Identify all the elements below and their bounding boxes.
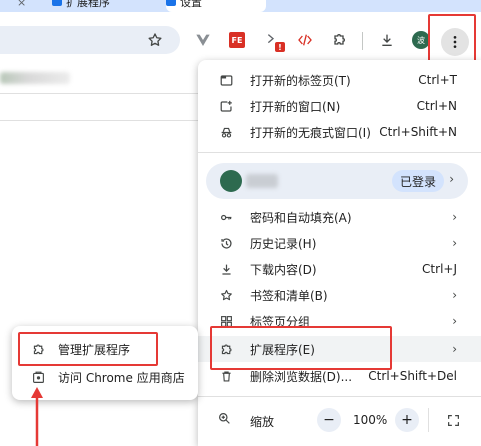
extension-fe-icon[interactable]: FE — [226, 29, 248, 51]
extensions-icon — [30, 341, 46, 357]
menu-label: 下载内容(D) — [250, 262, 317, 277]
menu-label: 书签和清单(B) — [250, 288, 328, 303]
web-store-icon — [30, 369, 46, 385]
menu-label: 打开新的窗口(N) — [250, 99, 341, 114]
extension-vue-icon[interactable] — [192, 29, 214, 51]
menu-new-tab[interactable]: 打开新的标签页(T) Ctrl+T — [198, 67, 481, 93]
kebab-menu-icon — [453, 36, 457, 48]
zoom-icon — [218, 412, 234, 428]
tab-groups-icon — [218, 313, 234, 329]
avatar: 波 — [412, 31, 430, 49]
chevron-right-icon: › — [452, 288, 457, 302]
chevron-right-icon: › — [452, 314, 457, 328]
puzzle-favicon-icon — [52, 0, 62, 6]
chevron-right-icon: › — [452, 342, 457, 356]
menu-profile-row[interactable]: 已登录 › — [206, 163, 468, 199]
menu-divider — [198, 396, 481, 397]
menu-passwords[interactable]: 密码和自动填充(A) › — [198, 204, 481, 230]
chrome-main-menu: 打开新的标签页(T) Ctrl+T 打开新的窗口(N) Ctrl+N 打开新的无… — [198, 60, 481, 446]
zoom-label: 缩放 — [250, 415, 275, 429]
chevron-right-icon: › — [452, 210, 457, 224]
menu-bookmarks[interactable]: 书签和清单(B) › — [198, 282, 481, 308]
menu-extensions[interactable]: 扩展程序(E) › — [198, 336, 481, 362]
submenu-manage-extensions[interactable]: 管理扩展程序 — [12, 336, 198, 362]
menu-zoom-row: 缩放 − 100% + — [198, 400, 481, 440]
annotation-arrow-icon — [31, 387, 43, 446]
extensions-icon — [218, 341, 234, 357]
chevron-right-icon: › — [449, 172, 454, 186]
menu-shortcut: Ctrl+T — [418, 73, 457, 87]
toolbar-divider — [362, 32, 363, 50]
tab-close-icon[interactable]: × — [17, 0, 26, 9]
menu-shortcut: Ctrl+Shift+N — [379, 125, 457, 139]
tab-previous[interactable]: × — [14, 0, 46, 12]
blurred-bookmark — [0, 72, 70, 84]
menu-shortcut: Ctrl+N — [416, 99, 457, 113]
menu-label: 管理扩展程序 — [58, 342, 131, 357]
zoom-in-button[interactable]: + — [395, 408, 419, 432]
profile-name-blurred — [246, 174, 278, 188]
menu-label: 密码和自动填充(A) — [250, 210, 352, 225]
zoom-divider — [428, 408, 429, 432]
menu-divider — [198, 152, 481, 153]
avatar — [220, 170, 242, 192]
browser-toolbar: FE ! 波 — [0, 12, 481, 64]
new-window-icon — [218, 98, 234, 114]
incognito-icon — [218, 124, 234, 140]
fullscreen-icon — [447, 414, 459, 426]
key-icon — [218, 209, 234, 225]
bookmarks-bar — [0, 64, 200, 94]
menu-new-incognito[interactable]: 打开新的无痕式窗口(I) Ctrl+Shift+N — [198, 119, 481, 145]
menu-label: 历史记录(H) — [250, 236, 317, 251]
new-tab-icon — [218, 72, 234, 88]
page-divider — [0, 120, 200, 121]
star-icon — [218, 287, 234, 303]
menu-new-window[interactable]: 打开新的窗口(N) Ctrl+N — [198, 93, 481, 119]
bookmark-star-icon[interactable] — [144, 29, 166, 51]
chrome-menu-button[interactable] — [441, 28, 469, 56]
menu-label: 删除浏览数据(D)... — [250, 369, 353, 384]
fe-badge: FE — [229, 32, 245, 48]
fullscreen-button[interactable] — [441, 408, 465, 432]
extensions-puzzle-icon[interactable] — [328, 29, 350, 51]
menu-tab-groups[interactable]: 标签页分组 › — [198, 308, 481, 334]
menu-shortcut: Ctrl+Shift+Del — [368, 369, 457, 383]
download-icon — [218, 261, 234, 277]
menu-shortcut: Ctrl+J — [422, 262, 457, 276]
zoom-value: 100% — [353, 413, 388, 427]
menu-downloads[interactable]: 下载内容(D) Ctrl+J — [198, 256, 481, 282]
tab-label: 设置 — [180, 0, 202, 9]
menu-history[interactable]: 历史记录(H) › — [198, 230, 481, 256]
tab-settings[interactable]: 设置 — [166, 0, 266, 12]
trash-icon — [218, 368, 234, 384]
profile-button[interactable]: 波 — [410, 29, 432, 51]
tab-extensions[interactable]: 扩展程序 — [52, 0, 162, 12]
history-icon — [218, 235, 234, 251]
chevron-right-icon: › — [452, 236, 457, 250]
menu-clear-data[interactable]: 删除浏览数据(D)... Ctrl+Shift+Del — [198, 363, 481, 389]
tab-label: 扩展程序 — [66, 0, 110, 9]
extension-badge: ! — [275, 42, 285, 52]
zoom-out-button[interactable]: − — [317, 408, 341, 432]
menu-label: 打开新的无痕式窗口(I) — [250, 125, 371, 140]
extension-alert-icon[interactable]: ! — [262, 29, 285, 52]
download-icon[interactable] — [376, 29, 398, 51]
tab-strip: × 扩展程序 设置 — [0, 0, 481, 12]
gear-favicon-icon — [166, 0, 176, 6]
menu-label: 访问 Chrome 应用商店 — [58, 370, 185, 385]
signed-in-badge: 已登录 — [392, 170, 445, 192]
menu-label: 扩展程序(E) — [250, 342, 315, 357]
code-brackets-icon[interactable] — [294, 29, 316, 51]
menu-label: 打开新的标签页(T) — [250, 73, 351, 88]
menu-label: 标签页分组 — [250, 314, 311, 329]
